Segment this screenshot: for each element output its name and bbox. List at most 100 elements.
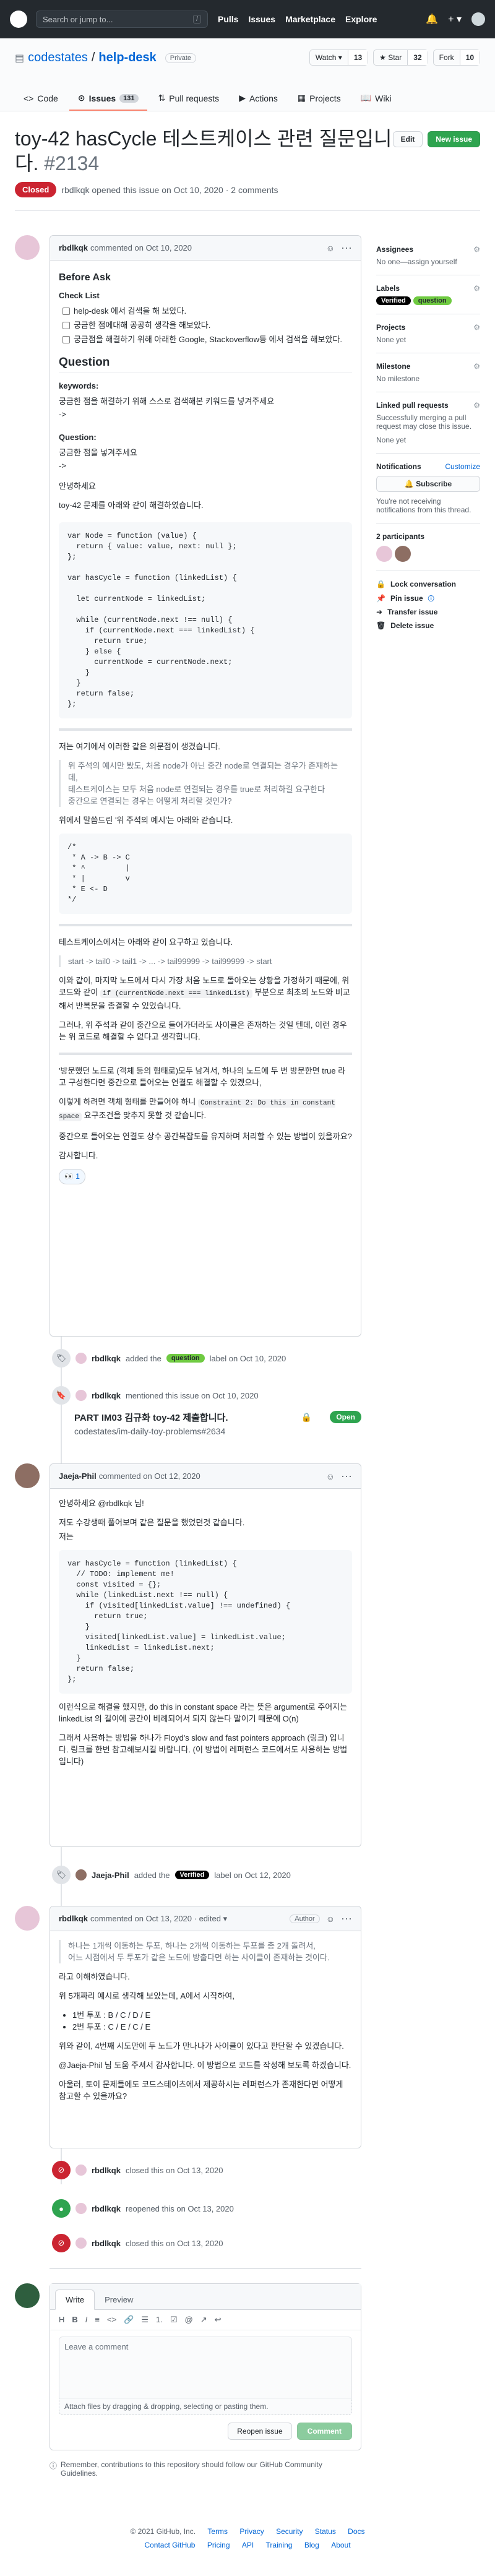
comment-date[interactable]: commented on Oct 12, 2020	[99, 1471, 200, 1481]
event-user[interactable]: rbdlkqk	[92, 1391, 121, 1400]
label-question[interactable]: question	[413, 296, 452, 305]
more-options-icon[interactable]: ···	[341, 241, 352, 254]
label-question[interactable]: question	[166, 1354, 205, 1363]
mention-icon[interactable]: @	[185, 2315, 193, 2325]
mini-avatar[interactable]	[75, 1390, 87, 1401]
mini-avatar[interactable]	[75, 1353, 87, 1364]
mini-avatar[interactable]	[75, 2165, 87, 2176]
comment-date[interactable]: commented on Oct 13, 2020 · edited ▾	[90, 1914, 227, 1924]
footer-link-about[interactable]: About	[331, 2541, 350, 2549]
bullet-list-icon[interactable]: ☰	[141, 2315, 148, 2325]
footer-link-status[interactable]: Status	[315, 2527, 336, 2536]
new-issue-button[interactable]: New issue	[428, 131, 480, 147]
event-user[interactable]: rbdlkqk	[92, 2204, 121, 2213]
more-options-icon[interactable]: ···	[341, 1912, 352, 1925]
create-new-plus-icon[interactable]: + ▾	[448, 13, 462, 25]
mini-avatar[interactable]	[75, 2238, 87, 2249]
smiley-icon[interactable]: ☺	[326, 1471, 335, 1481]
numbered-list-icon[interactable]: 1.	[156, 2315, 163, 2325]
mini-avatar[interactable]	[75, 1869, 87, 1880]
repo-owner-link[interactable]: codestates	[28, 51, 88, 65]
quote-icon[interactable]: ≡	[95, 2315, 100, 2325]
referenced-pr[interactable]: PART IM03 김규화 toy-42 제출합니다. codestates/i…	[74, 1411, 361, 1448]
tab-issues[interactable]: ⊙ Issues 131	[69, 87, 147, 111]
transfer-issue-link[interactable]: ➜ Transfer issue	[376, 608, 480, 616]
nav-marketplace[interactable]: Marketplace	[285, 14, 335, 24]
tab-actions[interactable]: ▶ Actions	[230, 87, 286, 111]
reply-icon[interactable]: ↩	[215, 2315, 222, 2325]
code-icon[interactable]: <>	[107, 2315, 116, 2325]
avatar-jaeja-phil[interactable]	[15, 1463, 40, 1488]
lock-conversation-link[interactable]: 🔒 Lock conversation	[376, 580, 480, 588]
search-input[interactable]: Search or jump to... /	[36, 11, 208, 28]
participant-avatar[interactable]	[395, 546, 411, 562]
tab-wiki[interactable]: 📖 Wiki	[352, 87, 400, 111]
comment-textarea[interactable]: Leave a comment	[59, 2337, 352, 2398]
edit-title-button[interactable]: Edit	[392, 131, 423, 147]
assignees-value[interactable]: No one—assign yourself	[376, 257, 480, 266]
referenced-pr-title[interactable]: PART IM03 김규화 toy-42 제출합니다.	[74, 1411, 361, 1424]
comment-author[interactable]: Jaeja-Phil	[59, 1471, 97, 1481]
bold-icon[interactable]: B	[72, 2315, 77, 2325]
referenced-pr-repo[interactable]: codestates/im-daily-toy-problems#2634	[74, 1426, 361, 1436]
comment-author[interactable]: rbdlkqk	[59, 1914, 88, 1923]
heading-icon[interactable]: H	[59, 2315, 64, 2325]
info-icon[interactable]: ⓘ	[428, 593, 434, 603]
comment-author[interactable]: rbdlkqk	[59, 243, 88, 252]
link-icon[interactable]: 🔗	[124, 2315, 134, 2325]
footer-link-terms[interactable]: Terms	[207, 2527, 228, 2536]
footer-link-training[interactable]: Training	[266, 2541, 293, 2549]
gear-icon[interactable]: ⚙	[473, 401, 480, 410]
nav-pulls[interactable]: Pulls	[218, 14, 238, 24]
notifications-bell-icon[interactable]: 🔔	[426, 13, 438, 25]
avatar-rbdlkqk[interactable]	[15, 1906, 40, 1931]
delete-issue-link[interactable]: 🗑 Delete issue	[376, 621, 480, 630]
cross-reference-icon[interactable]: ↗	[200, 2315, 207, 2325]
nav-explore[interactable]: Explore	[345, 14, 377, 24]
user-avatar[interactable]	[471, 12, 485, 26]
gear-icon[interactable]: ⚙	[473, 284, 480, 293]
tab-write[interactable]: Write	[55, 2290, 95, 2310]
footer-link-pricing[interactable]: Pricing	[207, 2541, 230, 2549]
footer-link-security[interactable]: Security	[276, 2527, 303, 2536]
gear-icon[interactable]: ⚙	[473, 245, 480, 254]
github-logo-icon[interactable]	[10, 11, 27, 28]
star-button[interactable]: ★ Star 32	[373, 50, 428, 66]
event-user[interactable]: rbdlkqk	[92, 2239, 121, 2248]
reaction-eyes[interactable]: 👀 1	[59, 1169, 85, 1184]
pin-issue-link[interactable]: 📌 Pin issue ⓘ	[376, 593, 480, 603]
event-user[interactable]: Jaeja-Phil	[92, 1871, 129, 1880]
tab-projects[interactable]: ▦ Projects	[289, 87, 350, 111]
attach-files-zone[interactable]: Attach files by dragging & dropping, sel…	[59, 2398, 352, 2415]
tab-preview[interactable]: Preview	[95, 2290, 143, 2309]
labels-heading[interactable]: Labels ⚙	[376, 284, 480, 293]
reopen-issue-button[interactable]: Reopen issue	[228, 2423, 292, 2440]
watch-button[interactable]: Watch ▾ 13	[309, 50, 369, 66]
fork-count[interactable]: 10	[459, 50, 480, 65]
gear-icon[interactable]: ⚙	[473, 362, 480, 371]
nav-issues[interactable]: Issues	[248, 14, 275, 24]
mini-avatar[interactable]	[75, 2203, 87, 2214]
comment-button[interactable]: Comment	[296, 2423, 352, 2440]
tab-pull-requests[interactable]: ⇅ Pull requests	[150, 87, 228, 111]
linked-prs-heading[interactable]: Linked pull requests ⚙	[376, 401, 480, 410]
watch-count[interactable]: 13	[347, 50, 368, 65]
projects-heading[interactable]: Projects ⚙	[376, 323, 480, 332]
footer-link-docs[interactable]: Docs	[348, 2527, 364, 2536]
comment-date[interactable]: commented on Oct 10, 2020	[90, 243, 192, 252]
footer-link-contact[interactable]: Contact GitHub	[144, 2541, 195, 2549]
guidelines-text[interactable]: Remember, contributions to this reposito…	[61, 2460, 361, 2478]
footer-link-api[interactable]: API	[242, 2541, 254, 2549]
participant-avatar[interactable]	[376, 546, 392, 562]
customize-link[interactable]: Customize	[445, 462, 480, 471]
subscribe-button[interactable]: 🔔 Subscribe	[376, 476, 480, 492]
smiley-icon[interactable]: ☺	[326, 1914, 335, 1924]
smiley-icon[interactable]: ☺	[326, 243, 335, 253]
assignees-heading[interactable]: Assignees ⚙	[376, 245, 480, 254]
tab-code[interactable]: <> Code	[15, 87, 67, 111]
star-count[interactable]: 32	[407, 50, 428, 65]
event-user[interactable]: rbdlkqk	[92, 1354, 121, 1363]
avatar-rbdlkqk[interactable]	[15, 235, 40, 260]
event-user[interactable]: rbdlkqk	[92, 2166, 121, 2175]
gear-icon[interactable]: ⚙	[473, 323, 480, 332]
